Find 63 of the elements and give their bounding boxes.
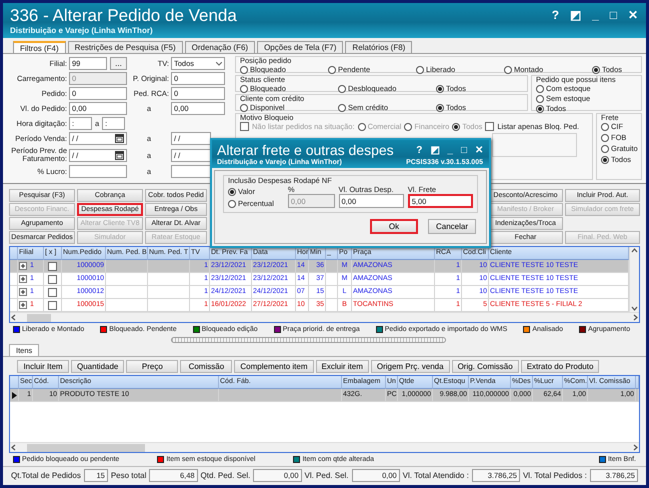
checkbox[interactable] [48, 274, 57, 284]
window-control[interactable]: □ [610, 8, 617, 38]
expand-icon[interactable] [19, 262, 27, 270]
checkbox[interactable] [48, 288, 57, 296]
total-label: Vl. Total Atendido : [402, 471, 469, 480]
tab[interactable]: Opções de Tela (F7) [257, 41, 344, 53]
scrollbar-thumb[interactable] [27, 444, 145, 452]
scroll-left-icon[interactable] [10, 444, 17, 451]
input-field[interactable] [69, 165, 127, 178]
item-button[interactable]: Origem Prç. venda [370, 360, 450, 373]
scroll-right-icon[interactable] [632, 444, 639, 451]
item-button[interactable]: Quantidade [71, 360, 124, 373]
total-label: Qt.Total de Pedidos [11, 471, 81, 480]
input-field[interactable] [171, 165, 211, 178]
scroll-left-icon[interactable] [10, 314, 17, 321]
window-control[interactable]: □ [460, 144, 467, 158]
total-label: Vl. Ped. Sel. [304, 471, 349, 480]
tab[interactable]: Relatórios (F8) [345, 41, 412, 53]
dialog-button[interactable]: Cancelar [428, 219, 476, 234]
total-label: Vl. Total Pedidos : [522, 471, 587, 480]
item-button[interactable]: Preço [126, 360, 178, 373]
expand-icon[interactable] [19, 288, 27, 296]
window-control[interactable]: ◩ [570, 8, 582, 38]
checkbox[interactable] [48, 300, 57, 310]
item-button[interactable]: Complemento item [234, 360, 314, 373]
header-corner [10, 376, 19, 389]
checkbox[interactable] [48, 262, 57, 270]
scroll-up-icon[interactable] [631, 247, 638, 254]
scrollbar-thumb[interactable] [27, 314, 51, 322]
calendar-icon[interactable] [115, 150, 124, 160]
expand-icon[interactable] [19, 275, 27, 283]
expand-icon[interactable] [19, 301, 27, 309]
item-button[interactable]: Extrato do Produto [520, 360, 600, 373]
row-pointer-icon [12, 392, 16, 398]
item-button[interactable]: Incluir Item [17, 360, 69, 373]
window-control[interactable]: ✕ [475, 144, 483, 158]
splitter-handle[interactable] [171, 337, 446, 343]
tab[interactable]: Restrições de Pesquisa (F5) [68, 41, 183, 53]
window-title: 336 - Alterar Pedido de Venda [10, 5, 237, 26]
scroll-down-icon[interactable] [631, 305, 638, 312]
total-label: Peso total [110, 471, 146, 480]
item-button[interactable]: Comissão [180, 360, 232, 373]
lookup-button[interactable]: ... [110, 57, 127, 70]
scroll-right-icon[interactable] [632, 314, 639, 321]
window-control[interactable]: ◩ [430, 144, 440, 158]
item-button[interactable]: Orig. Comissão [452, 360, 519, 373]
total-label: Qtd. Ped. Sel. [200, 471, 250, 480]
dialog-button[interactable]: Ok [370, 219, 418, 234]
tab[interactable]: Filtros (F4) [13, 41, 66, 53]
window-control[interactable]: _ [592, 8, 599, 38]
window-control[interactable]: ? [416, 144, 422, 158]
dialog-title: Alterar frete e outras despes [217, 142, 394, 158]
caret-icon [216, 62, 222, 66]
window-control[interactable]: ✕ [628, 8, 638, 38]
window-subtitle: Distribuição e Varejo (Linha WinThor) [10, 26, 154, 35]
calendar-icon[interactable] [115, 134, 124, 143]
table-cell [636, 389, 639, 402]
item-button[interactable]: Excluir item [316, 360, 369, 373]
row-header[interactable] [10, 389, 19, 402]
window-control[interactable]: ? [552, 8, 560, 38]
tab[interactable]: Ordenação (F6) [184, 41, 256, 53]
window-control[interactable]: _ [447, 144, 453, 158]
header-corner [10, 247, 18, 260]
